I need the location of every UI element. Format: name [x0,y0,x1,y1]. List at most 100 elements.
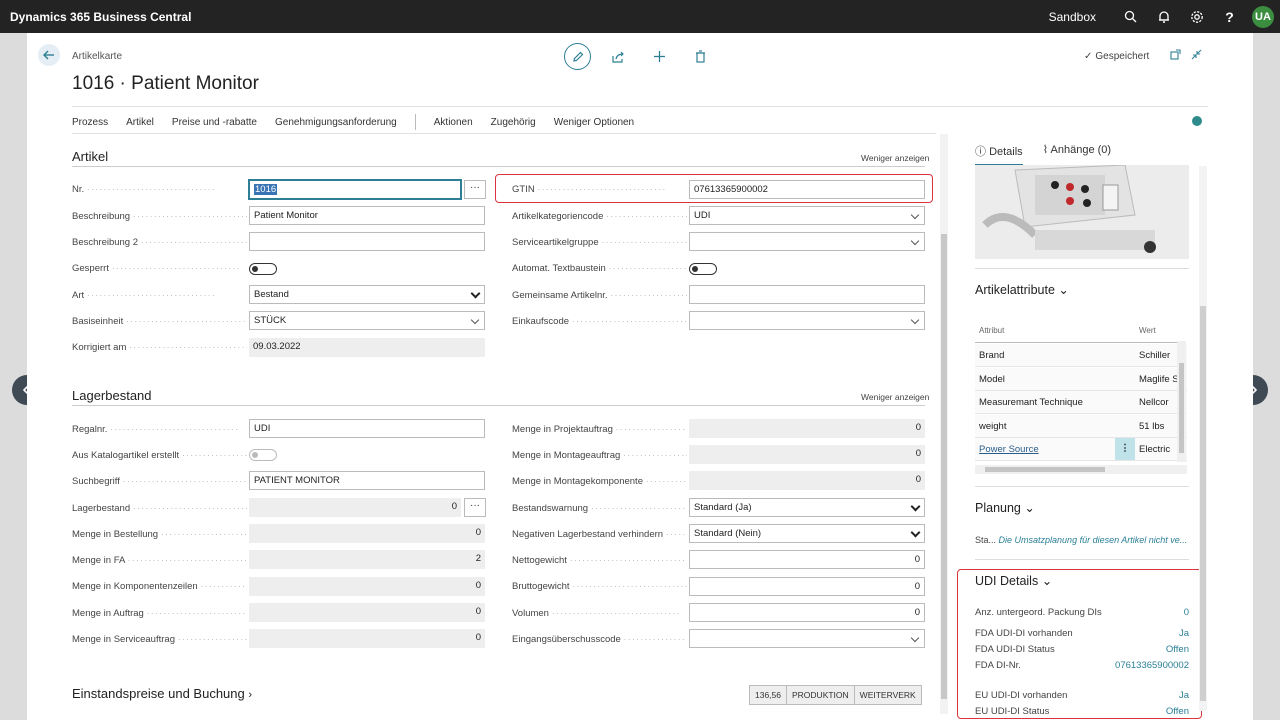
table-row[interactable]: Brand Schiller [975,344,1187,367]
qty-service-order-field: 0 [249,629,485,648]
put-away-code-field[interactable] [689,629,925,648]
attributes-scrollbar[interactable] [1177,341,1186,462]
field-label: Gemeinsame Artikelnr. ··················… [512,290,687,301]
description2-field[interactable] [249,232,485,251]
divider [72,166,925,167]
environment-label[interactable]: Sandbox [1049,10,1096,24]
field-label: Einkaufscode ···························… [512,316,687,327]
breadcrumb: Artikelkarte [72,51,123,62]
menu-artikel[interactable]: Artikel [126,117,154,128]
table-row[interactable]: Measuremant Technique Nellcor [975,391,1187,414]
search-icon[interactable] [1114,0,1147,33]
auto-text-toggle[interactable] [689,263,717,275]
menu-weniger-optionen[interactable]: Weniger Optionen [554,117,634,128]
section-einstand-title[interactable]: Einstandspreise und Buchung › [72,686,252,701]
planning-row: Sta... Die Umsatzplanung für diesen Arti… [975,535,1188,545]
menu-genehmigung[interactable]: Genehmigungsanforderung [275,117,397,128]
help-icon[interactable]: ? [1213,0,1246,33]
section-summary: 136,56 PRODUKTION WEITERVERK [749,685,922,705]
lookup-button[interactable]: ··· [464,180,486,199]
back-button[interactable] [38,44,60,66]
factbox-scrollbar[interactable] [1199,166,1207,711]
chevron-down-icon: ⌄ [1024,501,1035,515]
top-bar: Dynamics 365 Business Central Sandbox ? … [0,0,1280,33]
volume-field[interactable]: 0 [689,603,925,622]
summary-value: PRODUKTION [786,685,855,705]
udi-highlight [957,569,1202,719]
inventory-field[interactable]: 0 [249,498,461,517]
field-label: Beschreibung 2 ·························… [72,237,247,248]
planning-header[interactable]: Planung ⌄ [975,500,1035,515]
service-item-group-field[interactable] [689,232,925,251]
blocked-toggle[interactable] [249,263,277,275]
menu-zugehoerig[interactable]: Zugehörig [491,117,536,128]
tab-attachments[interactable]: ⌇ Anhänge (0) [1043,143,1111,166]
gross-weight-field[interactable]: 0 [689,577,925,596]
field-label: Lagerbestand ···························… [72,503,247,514]
app-title[interactable]: Dynamics 365 Business Central [10,10,191,24]
field-label: Automat. Textbaustein ··················… [512,263,687,274]
qty-job-order-field: 0 [689,419,925,438]
divider [414,114,416,130]
common-item-no-field[interactable] [689,285,925,304]
main-scrollbar[interactable] [940,134,948,714]
item-no-field[interactable]: 1016 [249,180,461,199]
search-term-field[interactable]: PATIENT MONITOR [249,471,485,490]
tab-details[interactable]: ⓘ Details [975,143,1023,166]
bell-icon[interactable] [1147,0,1180,33]
menu-preise[interactable]: Preise und -rabatte [172,117,257,128]
table-row[interactable]: Model Maglife S [975,368,1187,391]
gear-icon[interactable] [1180,0,1213,33]
row-menu-icon[interactable]: ⋮ [1115,438,1135,460]
saved-status: ✓ Gespeichert [1084,51,1149,62]
type-select[interactable]: Bestand [249,285,485,304]
item-picture[interactable] [975,165,1189,259]
shelf-no-field[interactable]: UDI [249,419,485,438]
purchasing-code-field[interactable] [689,311,925,330]
page-actions [564,43,714,70]
delete-icon[interactable] [687,43,714,70]
section-lager-title[interactable]: Lagerbestand [72,388,152,403]
description-field[interactable]: Patient Monitor [249,206,485,225]
add-icon[interactable] [646,43,673,70]
prevent-negative-select[interactable]: Standard (Nein) [689,524,925,543]
attributes-hscrollbar[interactable] [975,465,1187,474]
attributes-header[interactable]: Artikelattribute ⌄ [975,282,1069,297]
collapse-icon[interactable] [1191,49,1202,63]
show-less-link[interactable]: Weniger anzeigen [861,153,929,163]
net-weight-field[interactable]: 0 [689,550,925,569]
field-label: Korrigiert am ··························… [72,342,247,353]
lookup-button[interactable]: ··· [464,498,486,517]
base-unit-field[interactable]: STÜCK [249,311,485,330]
planning-link[interactable]: Die Umsatzplanung für diesen Artikel nic… [999,535,1188,545]
stockout-warning-select[interactable]: Standard (Ja) [689,498,925,517]
item-category-field[interactable]: UDI [689,206,925,225]
summary-value: WEITERVERK [853,685,922,705]
field-label: Beschreibung ···························… [72,211,247,222]
show-less-link[interactable]: Weniger anzeigen [861,392,929,402]
qty-purchase-order-field: 0 [249,524,485,543]
field-label: Menge in FA ····························… [72,555,247,566]
section-artikel-title[interactable]: Artikel [72,149,108,164]
open-new-window-icon[interactable] [1170,49,1181,63]
menu-aktionen[interactable]: Aktionen [434,117,473,128]
paperclip-icon: ⌇ [1042,144,1049,156]
share-icon[interactable] [605,43,632,70]
divider [975,486,1189,487]
field-label: Menge in Bestellung ····················… [72,529,247,540]
column-header[interactable]: Attribut [979,326,1004,335]
last-modified-field: 09.03.2022 [249,338,485,357]
info-icon[interactable] [1192,116,1202,126]
field-label: Artikelkategoriencode ··················… [512,211,687,222]
column-header[interactable]: Wert [1139,326,1156,335]
field-label: Serviceartikelgruppe ···················… [512,237,687,248]
avatar[interactable]: UA [1252,5,1274,28]
menu-prozess[interactable]: Prozess [72,117,108,128]
edit-button[interactable] [564,43,591,70]
page-title: 1016 · Patient Monitor [72,73,259,94]
action-bar: Prozess Artikel Preise und -rabatte Gene… [72,114,652,130]
table-row[interactable]: weight 51 lbs [975,415,1187,438]
chevron-down-icon: ⌄ [1058,283,1069,297]
field-label: Bruttogewicht ··························… [512,581,687,592]
table-row[interactable]: Power Source ⋮ Electric [975,438,1187,461]
